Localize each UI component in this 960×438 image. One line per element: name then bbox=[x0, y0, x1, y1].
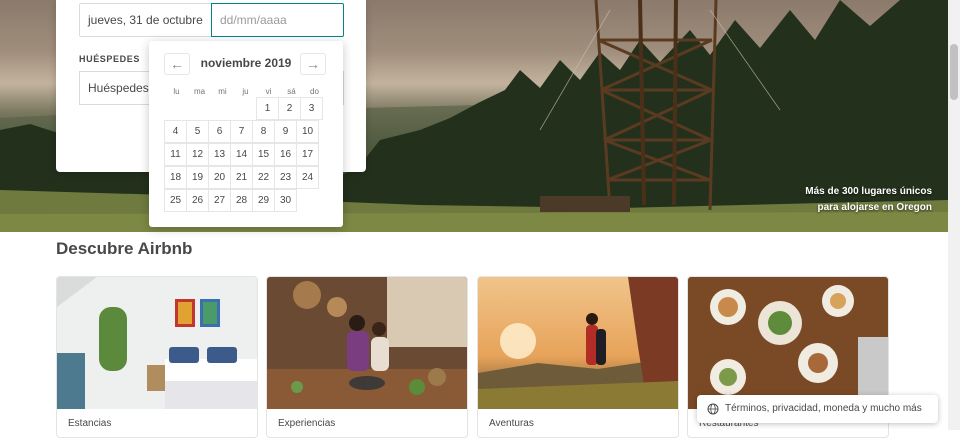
calendar-empty-cell bbox=[188, 98, 211, 121]
calendar-day[interactable]: 5 bbox=[186, 120, 209, 143]
calendar-month-title: noviembre 2019 bbox=[200, 56, 292, 70]
scrollbar-thumb[interactable] bbox=[950, 44, 958, 100]
calendar-day[interactable]: 21 bbox=[230, 166, 253, 189]
card-label: Aventuras bbox=[489, 418, 534, 429]
weekday-label: lu bbox=[173, 87, 180, 96]
arrow-left-icon: ← bbox=[170, 56, 184, 72]
hero-caption-line1: Más de 300 lugares únicos bbox=[805, 186, 932, 197]
calendar-day[interactable]: 30 bbox=[274, 189, 297, 212]
calendar-day[interactable]: 28 bbox=[230, 189, 253, 212]
guests-label: HUÉSPEDES bbox=[79, 54, 140, 64]
weekday-label: do bbox=[310, 87, 319, 96]
card-experiencias[interactable]: Experiencias bbox=[266, 276, 468, 438]
card-image-aventuras bbox=[478, 277, 678, 409]
weekday-label: vi bbox=[265, 87, 272, 96]
calendar-day[interactable]: 8 bbox=[252, 120, 275, 143]
calendar-empty-cell bbox=[165, 98, 188, 121]
arrow-right-icon: → bbox=[306, 56, 320, 72]
weekday-label: sá bbox=[287, 87, 296, 96]
calendar-day[interactable]: 24 bbox=[296, 166, 319, 189]
card-estancias[interactable]: Estancias bbox=[56, 276, 258, 438]
footer-text: Términos, privacidad, moneda y mucho más bbox=[725, 403, 922, 414]
globe-icon bbox=[707, 403, 719, 415]
card-label: Experiencias bbox=[278, 418, 336, 429]
card-aventuras[interactable]: Aventuras bbox=[477, 276, 679, 438]
calendar-week-row: 25 26 27 28 29 30 bbox=[164, 189, 326, 213]
calendar-day[interactable]: 23 bbox=[274, 166, 297, 189]
calendar-week-row: 4 5 6 7 8 9 10 bbox=[164, 120, 326, 144]
checkout-date-field[interactable]: dd/mm/aaaa bbox=[211, 3, 344, 37]
card-image-estancias bbox=[57, 277, 257, 409]
calendar-day[interactable]: 25 bbox=[164, 189, 187, 212]
calendar-day[interactable]: 14 bbox=[230, 143, 253, 166]
calendar-day[interactable]: 3 bbox=[300, 97, 323, 120]
hero-caption-line2: para alojarse en Oregon bbox=[817, 202, 933, 213]
next-month-button[interactable]: → bbox=[300, 53, 326, 75]
calendar-day[interactable]: 16 bbox=[274, 143, 297, 166]
weekday-label: ju bbox=[242, 87, 249, 96]
calendar-day[interactable]: 20 bbox=[208, 166, 231, 189]
calendar-grid: 1 2 3 4 5 6 7 8 9 10 11 12 13 14 15 16 17 18 19 20 21 22 23 24 2… bbox=[164, 97, 326, 213]
calendar-day[interactable]: 4 bbox=[164, 120, 187, 143]
weekday-label: ma bbox=[193, 87, 206, 96]
card-image-experiencias bbox=[267, 277, 467, 409]
calendar-day[interactable]: 15 bbox=[252, 143, 275, 166]
calendar-day[interactable]: 17 bbox=[296, 143, 319, 166]
calendar-day[interactable]: 27 bbox=[208, 189, 231, 212]
footer-links-button[interactable]: Términos, privacidad, moneda y mucho más bbox=[697, 395, 938, 423]
calendar-week-row: 11 12 13 14 15 16 17 bbox=[164, 143, 326, 167]
calendar-week-row: 18 19 20 21 22 23 24 bbox=[164, 166, 326, 190]
calendar-day[interactable]: 13 bbox=[208, 143, 231, 166]
calendar-day[interactable]: 9 bbox=[274, 120, 297, 143]
calendar-day[interactable]: 2 bbox=[278, 97, 301, 120]
calendar-day[interactable]: 11 bbox=[164, 143, 187, 166]
calendar-day[interactable]: 18 bbox=[164, 166, 187, 189]
calendar-day[interactable]: 6 bbox=[208, 120, 231, 143]
hero-caption: Más de 300 lugares únicos para alojarse … bbox=[805, 184, 932, 216]
calendar-day[interactable]: 7 bbox=[230, 120, 253, 143]
calendar-empty-cell bbox=[297, 190, 320, 213]
calendar-day[interactable]: 19 bbox=[186, 166, 209, 189]
calendar-week-row: 123 bbox=[165, 97, 326, 121]
card-label: Estancias bbox=[68, 418, 112, 429]
calendar-day[interactable]: 12 bbox=[186, 143, 209, 166]
section-title: Descubre Airbnb bbox=[56, 239, 193, 258]
page-scrollbar[interactable] bbox=[948, 0, 960, 430]
checkin-date-field[interactable]: jueves, 31 de octubre bbox=[79, 3, 212, 37]
calendar-empty-cell bbox=[234, 98, 257, 121]
prev-month-button[interactable]: ← bbox=[164, 53, 190, 75]
date-picker-calendar: ← noviembre 2019 → lu ma mi ju vi sá do 123456… bbox=[149, 41, 343, 227]
calendar-day[interactable]: 1 bbox=[256, 97, 279, 120]
calendar-day[interactable]: 26 bbox=[186, 189, 209, 212]
calendar-day[interactable]: 22 bbox=[252, 166, 275, 189]
card-image-restaurantes bbox=[688, 277, 888, 409]
weekday-header: lu ma mi ju vi sá do bbox=[165, 87, 326, 96]
calendar-day[interactable]: 10 bbox=[296, 120, 319, 143]
calendar-empty-cell bbox=[211, 98, 234, 121]
calendar-day[interactable]: 29 bbox=[252, 189, 275, 212]
weekday-label: mi bbox=[218, 87, 227, 96]
